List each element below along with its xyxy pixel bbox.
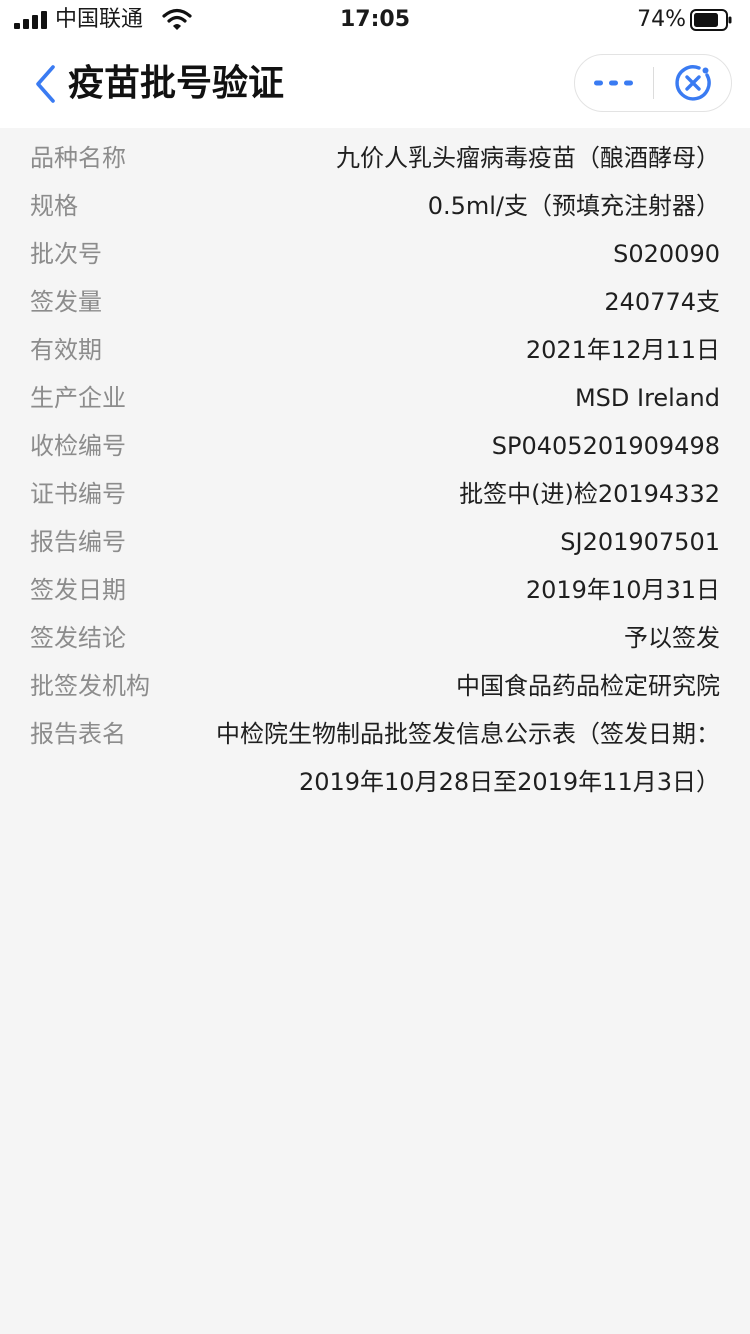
detail-label: 品种名称 [30, 144, 126, 172]
battery-percentage: 74% [637, 7, 686, 32]
detail-label: 签发结论 [30, 624, 126, 652]
detail-value: 予以签发 [624, 624, 720, 652]
detail-row-issuing-agency: 批签发机构 中国食品药品检定研究院 [0, 662, 750, 710]
detail-row-manufacturer: 生产企业 MSD Ireland [0, 374, 750, 422]
detail-value: SJ201907501 [560, 528, 720, 556]
detail-label: 批次号 [30, 240, 102, 268]
detail-value: 2019年10月31日 [525, 576, 720, 604]
detail-value: 九价人乳头瘤病毒疫苗（酿酒酵母） [336, 144, 720, 172]
status-bar: 中国联通 17:05 74% [0, 0, 750, 40]
detail-row-issued-quantity: 签发量 240774支 [0, 278, 750, 326]
detail-row-certificate-number: 证书编号 批签中(进)检20194332 [0, 470, 750, 518]
detail-value: SP0405201909498 [491, 432, 720, 460]
battery-icon [690, 9, 732, 31]
more-button[interactable] [575, 55, 653, 111]
detail-value: S020090 [613, 240, 720, 268]
detail-label: 签发量 [30, 288, 102, 316]
detail-value: 2021年12月11日 [525, 336, 720, 364]
detail-label: 收检编号 [30, 432, 126, 460]
detail-row-report-number: 报告编号 SJ201907501 [0, 518, 750, 566]
detail-row-report-table-name: 报告表名 中检院生物制品批签发信息公示表（签发日期：2019年10月28日至20… [0, 710, 750, 806]
detail-value: 中国食品药品检定研究院 [456, 672, 720, 700]
detail-value: 0.5ml/支（预填充注射器） [427, 192, 720, 220]
detail-row-specification: 规格 0.5ml/支（预填充注射器） [0, 182, 750, 230]
detail-row-inspection-number: 收检编号 SP0405201909498 [0, 422, 750, 470]
close-button[interactable] [654, 55, 732, 111]
detail-row-issue-date: 签发日期 2019年10月31日 [0, 566, 750, 614]
more-dots-icon [594, 80, 633, 86]
detail-label: 规格 [30, 192, 78, 220]
detail-row-issue-conclusion: 签发结论 予以签发 [0, 614, 750, 662]
detail-label: 报告表名 [30, 720, 126, 748]
navigation-bar: 疫苗批号验证 [0, 40, 750, 128]
detail-row-expiry-date: 有效期 2021年12月11日 [0, 326, 750, 374]
detail-label: 批签发机构 [30, 672, 150, 700]
detail-label: 签发日期 [30, 576, 126, 604]
vaccine-detail-list: 品种名称 九价人乳头瘤病毒疫苗（酿酒酵母） 规格 0.5ml/支（预填充注射器）… [0, 134, 750, 806]
detail-value: 中检院生物制品批签发信息公示表（签发日期：2019年10月28日至2019年11… [216, 720, 720, 796]
detail-value: 240774支 [604, 288, 720, 316]
detail-label: 证书编号 [30, 480, 126, 508]
detail-label: 有效期 [30, 336, 102, 364]
back-button[interactable] [28, 62, 62, 106]
detail-label: 报告编号 [30, 528, 126, 556]
detail-value: 批签中(进)检20194332 [459, 480, 720, 508]
detail-row-variety-name: 品种名称 九价人乳头瘤病毒疫苗（酿酒酵母） [0, 134, 750, 182]
miniprogram-capsule [574, 54, 732, 112]
detail-row-batch-number: 批次号 S020090 [0, 230, 750, 278]
page-title: 疫苗批号验证 [68, 63, 285, 104]
close-circle-icon [675, 65, 711, 101]
chevron-left-icon [36, 65, 55, 103]
detail-value: MSD Ireland [574, 384, 720, 412]
detail-label: 生产企业 [30, 384, 126, 412]
